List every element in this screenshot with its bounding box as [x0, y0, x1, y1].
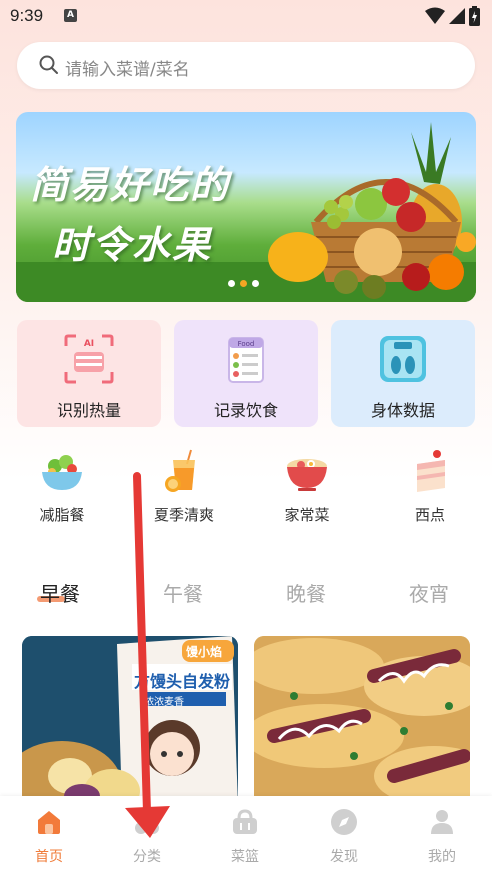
feature-card-calorie-recognition[interactable]: AI 识别热量 — [17, 320, 161, 427]
category-label: 西点 — [414, 506, 445, 524]
feature-label: 识别热量 — [56, 401, 121, 420]
search-icon — [39, 55, 58, 74]
search-bar[interactable]: 请输入菜谱/菜名 — [17, 42, 475, 89]
nav-label: 发现 — [330, 849, 358, 865]
category-pastry[interactable]: 西点 — [385, 448, 475, 528]
salad-bowl-icon — [42, 455, 82, 490]
battery-icon — [469, 6, 480, 26]
package-subtitle-text: 浓浓麦香 — [144, 697, 184, 708]
feature-card-diet-log[interactable]: Food 记录饮食 — [174, 320, 318, 427]
notification-icon: A — [64, 9, 77, 22]
category-label: 减脂餐 — [39, 506, 85, 524]
food-badge-text: Food — [238, 340, 255, 348]
ai-badge-text: AI — [84, 339, 94, 349]
tab-late-night[interactable]: 夜宵 — [409, 578, 449, 607]
tab-dinner[interactable]: 晚餐 — [286, 578, 326, 607]
promo-banner[interactable]: 简易好吃的 时令水果 — [16, 112, 476, 302]
category-fat-loss[interactable]: 减脂餐 — [17, 448, 107, 528]
compass-icon — [331, 809, 357, 835]
feature-card-body-data[interactable]: 身体数据 — [331, 320, 475, 427]
nav-basket[interactable]: 菜篮 — [210, 796, 280, 874]
tab-breakfast[interactable]: 早餐 — [40, 578, 80, 607]
search-input[interactable]: 请输入菜谱/菜名 — [65, 55, 190, 80]
banner-pagination — [228, 280, 259, 287]
noodle-bowl-icon — [287, 459, 327, 491]
banner-title-line2: 时令水果 — [52, 223, 213, 267]
package-brand-text: 馒小焰 — [186, 645, 223, 659]
nav-label: 首页 — [35, 849, 63, 865]
banner-dot-active — [240, 280, 247, 287]
scale-icon — [380, 336, 426, 382]
banner-dot — [228, 280, 235, 287]
signal-icon — [449, 8, 465, 24]
recipe-card-sausage-bread[interactable] — [254, 636, 470, 806]
recipe-card-steamed-bun-flour[interactable]: 馒小焰 方馒头自发粉 浓浓麦香 — [22, 636, 238, 806]
banner-title-line1: 简易好吃的 — [30, 163, 231, 207]
nav-label: 分类 — [133, 849, 161, 865]
status-bar: 9:39 A — [0, 0, 492, 34]
nav-discover[interactable]: 发现 — [309, 796, 379, 874]
nav-profile[interactable]: 我的 — [407, 796, 477, 874]
recipe-image-bread-rolls — [254, 636, 470, 806]
status-time: 9:39 — [10, 6, 44, 25]
nav-label: 菜篮 — [231, 849, 259, 865]
juice-glass-icon — [165, 449, 195, 492]
ai-scan-icon: AI — [64, 334, 114, 384]
cake-icon — [417, 450, 445, 492]
category-icon — [135, 810, 159, 834]
category-label: 夏季清爽 — [153, 506, 214, 524]
profile-icon — [431, 810, 453, 834]
category-home-cooking[interactable]: 家常菜 — [262, 448, 352, 528]
wifi-icon — [425, 7, 445, 24]
bottom-nav: 首页 分类 菜篮 发现 我的 — [0, 796, 492, 874]
status-icons — [425, 6, 480, 26]
package-title-text: 方馒头自发粉 — [134, 672, 231, 691]
tab-lunch[interactable]: 午餐 — [163, 578, 203, 607]
nav-category[interactable]: 分类 — [112, 796, 182, 874]
recipe-image-flour-package — [22, 636, 238, 806]
banner-dot — [252, 280, 259, 287]
feature-label: 记录饮食 — [213, 401, 278, 420]
feature-label: 身体数据 — [370, 401, 435, 420]
basket-icon — [233, 809, 257, 834]
category-label: 家常菜 — [284, 506, 330, 524]
food-notebook-icon: Food — [228, 337, 264, 383]
nav-label: 我的 — [428, 849, 456, 865]
category-summer-fresh[interactable]: 夏季清爽 — [139, 448, 229, 528]
nav-home[interactable]: 首页 — [14, 796, 84, 874]
home-icon — [38, 811, 60, 834]
